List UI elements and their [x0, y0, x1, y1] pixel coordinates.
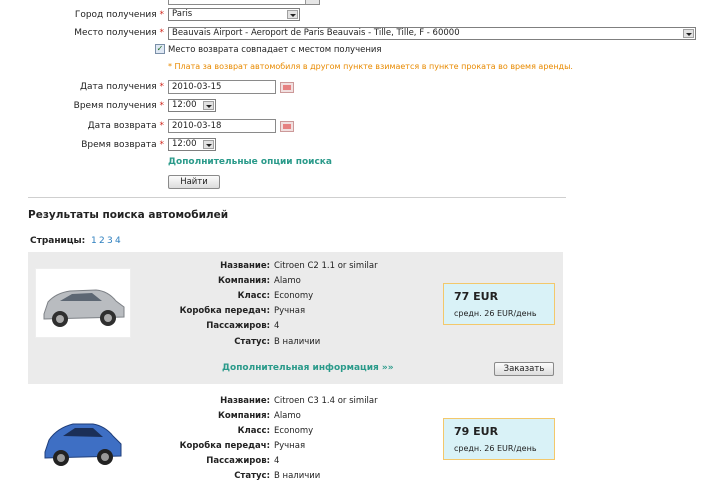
- same-return-checkbox[interactable]: ✓: [155, 44, 165, 54]
- car-name: Citroen C3 1.4 or similar: [274, 396, 378, 406]
- pickup-place-select[interactable]: Beauvais Airport - Aeroport de Paris Bea…: [168, 27, 696, 40]
- car-silhouette-icon: [43, 289, 125, 327]
- return-time-label: Время возврата *: [81, 140, 164, 150]
- car-passengers-label: Пассажиров:: [206, 456, 270, 466]
- pickup-place-value: Beauvais Airport - Aeroport de Paris Bea…: [172, 28, 460, 38]
- car-gearbox-label: Коробка передач:: [179, 306, 270, 316]
- car-class: Economy: [274, 291, 314, 301]
- chevron-down-icon[interactable]: [203, 101, 214, 110]
- more-info-link[interactable]: Дополнительная информация »»: [222, 363, 394, 373]
- calendar-icon[interactable]: [280, 82, 294, 93]
- car-result-card: Название: Citroen C3 1.4 or similar Комп…: [28, 390, 563, 481]
- pickup-time-label: Время получения *: [73, 101, 164, 111]
- pickup-city-label: Город получения *: [74, 10, 164, 20]
- car-company-label: Компания:: [217, 276, 270, 286]
- car-image: [35, 268, 131, 338]
- same-return-label: Место возврата совпадает с местом получе…: [168, 45, 382, 55]
- top-cut-select-button[interactable]: [305, 0, 319, 4]
- order-button[interactable]: Заказать: [494, 362, 554, 376]
- car-result-card: Название: Citroen C2 1.1 or similar Комп…: [28, 252, 563, 384]
- price-per-day: средн. 26 EUR/день: [454, 309, 537, 318]
- page-link-3[interactable]: 3: [107, 236, 113, 246]
- price-box: 79 EUR средн. 26 EUR/день: [443, 418, 555, 460]
- page-link-2[interactable]: 2: [99, 236, 105, 246]
- return-fee-note: * Плата за возврат автомобиля в другом п…: [168, 62, 573, 71]
- car-name-label: Название:: [220, 396, 270, 406]
- pickup-city-select[interactable]: Paris: [168, 8, 300, 21]
- car-class-label: Класс:: [237, 291, 270, 301]
- car-passengers-label: Пассажиров:: [206, 321, 270, 331]
- pickup-date-input[interactable]: 2010-03-15: [168, 80, 276, 94]
- car-class: Economy: [274, 426, 314, 436]
- chevron-down-icon[interactable]: [683, 29, 694, 38]
- car-gearbox-label: Коробка передач:: [179, 441, 270, 451]
- car-status: В наличии: [274, 337, 321, 347]
- page-link-1[interactable]: 1: [91, 236, 97, 246]
- chevron-down-icon[interactable]: [287, 10, 298, 19]
- pickup-time-select[interactable]: 12:00: [168, 99, 216, 112]
- return-date-label: Дата возврата *: [87, 121, 164, 131]
- car-name-label: Название:: [220, 261, 270, 271]
- extra-search-options-link[interactable]: Дополнительные опции поиска: [168, 157, 332, 167]
- car-company-label: Компания:: [217, 411, 270, 421]
- price-box: 77 EUR средн. 26 EUR/день: [443, 283, 555, 325]
- car-status-label: Статус:: [234, 337, 270, 347]
- pickup-date-label: Дата получения *: [79, 82, 164, 92]
- car-company: Alamo: [274, 276, 301, 286]
- return-time-select[interactable]: 12:00: [168, 138, 216, 151]
- car-passengers: 4: [274, 321, 280, 331]
- car-gearbox: Ручная: [274, 306, 306, 316]
- calendar-icon[interactable]: [280, 121, 294, 132]
- results-title: Результаты поиска автомобилей: [28, 209, 229, 221]
- car-name: Citroen C2 1.1 or similar: [274, 261, 378, 271]
- chevron-down-icon[interactable]: [203, 140, 214, 149]
- divider: [28, 197, 566, 198]
- page-link-4[interactable]: 4: [115, 236, 121, 246]
- return-time-value: 12:00: [172, 139, 197, 149]
- car-image: [35, 406, 131, 476]
- car-passengers: 4: [274, 456, 280, 466]
- price-per-day: средн. 26 EUR/день: [454, 444, 537, 453]
- find-button[interactable]: Найти: [168, 175, 220, 189]
- car-class-label: Класс:: [237, 426, 270, 436]
- car-company: Alamo: [274, 411, 301, 421]
- car-silhouette-icon: [44, 423, 122, 466]
- return-date-input[interactable]: 2010-03-18: [168, 119, 276, 133]
- price-total: 77 EUR: [454, 290, 499, 303]
- pickup-time-value: 12:00: [172, 100, 197, 110]
- pickup-place-label: Место получения *: [74, 28, 164, 38]
- price-total: 79 EUR: [454, 425, 499, 438]
- pages-label: Страницы:: [30, 236, 86, 246]
- top-cut-select[interactable]: [168, 0, 320, 5]
- car-gearbox: Ручная: [274, 441, 306, 451]
- pickup-city-value: Paris: [172, 9, 193, 19]
